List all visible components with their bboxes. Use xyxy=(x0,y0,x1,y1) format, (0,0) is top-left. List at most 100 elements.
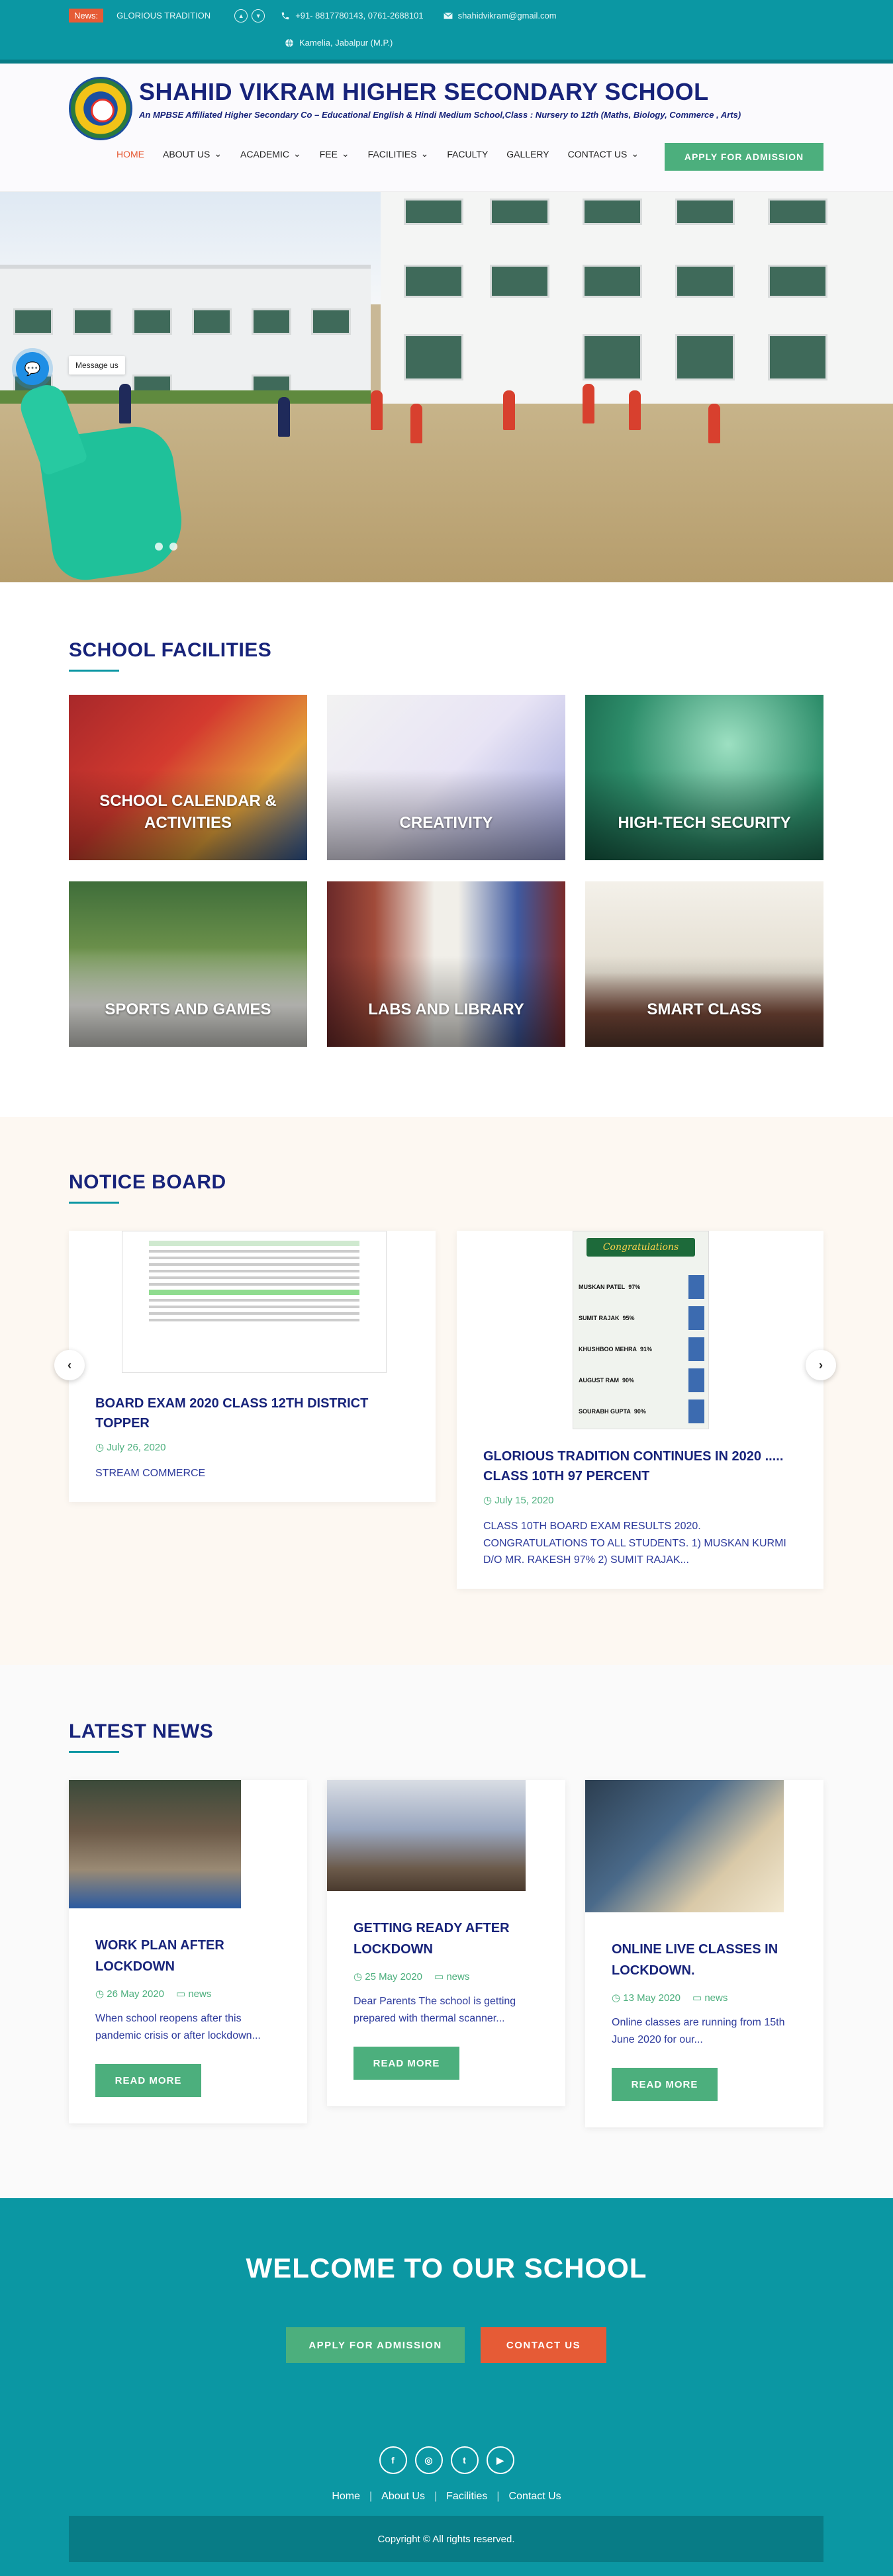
folder-icon: ▭ xyxy=(176,1988,189,2000)
news-image xyxy=(585,1780,784,1912)
news-card[interactable]: GETTING READY AFTER LOCKDOWN ◷ 25 May 20… xyxy=(327,1780,565,2107)
nav-academic[interactable]: ACADEMIC ⌄ xyxy=(231,148,310,159)
ticker-next-icon[interactable]: ▼ xyxy=(252,9,265,22)
news-category[interactable]: news xyxy=(446,1971,469,1982)
message-us-label[interactable]: Message us xyxy=(69,356,125,375)
footer-link-facilities[interactable]: Facilities xyxy=(437,2491,496,2503)
folder-icon: ▭ xyxy=(692,1992,705,2004)
nav-fee[interactable]: FEE ⌄ xyxy=(310,148,359,159)
notice-title[interactable]: GLORIOUS TRADITION CONTINUES IN 2020 ...… xyxy=(483,1446,797,1486)
news-category[interactable]: news xyxy=(188,1988,211,2000)
ticker-prev-icon[interactable]: ▲ xyxy=(234,9,248,22)
school-name[interactable]: SHAHID VIKRAM HIGHER SECONDARY SCHOOL xyxy=(139,78,709,106)
instagram-icon[interactable]: ◎ xyxy=(414,2446,443,2474)
facility-card-calendar[interactable]: SCHOOL CALENDAR & ACTIVITIES xyxy=(69,695,307,860)
hero-slider[interactable]: 💬 Message us xyxy=(0,192,893,582)
nav-faculty[interactable]: FACULTY xyxy=(438,149,497,159)
news-image xyxy=(327,1780,526,1891)
news-card[interactable]: WORK PLAN AFTER LOCKDOWN ◷ 26 May 2020 ▭ … xyxy=(69,1780,307,2124)
chevron-down-icon: ⌄ xyxy=(293,148,301,159)
news-category[interactable]: news xyxy=(704,1992,728,2004)
latest-news-section: LATEST NEWS WORK PLAN AFTER LOCKDOWN ◷ 2… xyxy=(0,1665,893,2198)
mail-icon xyxy=(443,12,453,19)
email-contact[interactable]: shahidvikram@gmail.com xyxy=(443,11,557,21)
notice-description: CLASS 10TH BOARD EXAM RESULTS 2020. CONG… xyxy=(483,1521,786,1566)
slider-dot[interactable] xyxy=(169,543,177,551)
youtube-icon[interactable]: ▶ xyxy=(486,2446,514,2474)
nav-about-us[interactable]: ABOUT US ⌄ xyxy=(154,148,231,159)
globe-icon xyxy=(285,38,293,47)
clock-icon: ◷ xyxy=(612,1992,624,2004)
clock-icon: ◷ xyxy=(353,1971,365,1982)
nav-contact-us[interactable]: CONTACT US ⌄ xyxy=(559,148,648,159)
slider-dot[interactable] xyxy=(155,543,163,551)
school-building-right xyxy=(381,192,893,423)
section-title: LATEST NEWS xyxy=(69,1720,214,1742)
facility-card-sports[interactable]: SPORTS AND GAMES xyxy=(69,881,307,1047)
notice-date: July 15, 2020 xyxy=(494,1495,554,1506)
email-text: shahidvikram@gmail.com xyxy=(457,11,557,21)
main-nav: HOME ABOUT US ⌄ ACADEMIC ⌄ FEE ⌄ FACILITIES… xyxy=(107,148,648,159)
location: Kamelia, Jabalpur (M.P.) xyxy=(285,38,393,48)
notice-description: STREAM COMMERCE xyxy=(95,1468,206,1479)
apply-admission-button[interactable]: APPLY FOR ADMISSION xyxy=(665,143,823,171)
chevron-down-icon: ⌄ xyxy=(341,148,350,159)
twitter-icon[interactable]: t xyxy=(450,2446,479,2474)
phone-contact[interactable]: +91- 8817780143, 0761-2688101 xyxy=(281,11,424,21)
clock-icon: ◷ xyxy=(95,1442,107,1453)
nav-home[interactable]: HOME xyxy=(107,149,154,159)
school-logo[interactable] xyxy=(69,77,132,140)
welcome-heading: WELCOME TO OUR SCHOOL xyxy=(246,2252,647,2284)
copyright: Copyright © All rights reserved. xyxy=(69,2516,823,2562)
facility-card-library[interactable]: LABS AND LIBRARY xyxy=(327,881,565,1047)
social-links: f ◎ t ▶ xyxy=(0,2446,893,2474)
chevron-down-icon: ⌄ xyxy=(631,148,639,159)
read-more-button[interactable]: READ MORE xyxy=(353,2047,459,2080)
read-more-button[interactable]: READ MORE xyxy=(95,2064,201,2098)
nav-gallery[interactable]: GALLERY xyxy=(497,149,558,159)
notice-card[interactable]: Congratulations MUSKAN PATEL 97% SUMIT R… xyxy=(457,1231,823,1589)
nav-facilities[interactable]: FACILITIES ⌄ xyxy=(359,148,438,159)
footer-link-about[interactable]: About Us xyxy=(372,2491,434,2503)
news-description: Online classes are running from 15th Jun… xyxy=(612,2017,785,2045)
footer-link-contact[interactable]: Contact Us xyxy=(500,2491,571,2503)
news-title[interactable]: WORK PLAN AFTER LOCKDOWN xyxy=(95,1935,281,1977)
top-bar: News: GLORIOUS TRADITION ▲ ▼ +91- 881778… xyxy=(0,0,893,64)
chevron-down-icon: ⌄ xyxy=(214,148,222,159)
footer-contact-button[interactable]: CONTACT US xyxy=(481,2327,606,2363)
carousel-prev-button[interactable]: ‹ xyxy=(54,1350,85,1380)
poster-banner: Congratulations xyxy=(587,1238,695,1257)
notice-poster-image: Congratulations MUSKAN PATEL 97% SUMIT R… xyxy=(457,1231,823,1429)
clock-icon: ◷ xyxy=(95,1988,107,2000)
location-text: Kamelia, Jabalpur (M.P.) xyxy=(299,38,393,48)
notice-title[interactable]: BOARD EXAM 2020 CLASS 12TH DISTRICT TOPP… xyxy=(95,1394,409,1433)
notice-document-image xyxy=(69,1231,436,1376)
site-footer: WELCOME TO OUR SCHOOL APPLY FOR ADMISSIO… xyxy=(0,2198,893,2576)
phone-text: +91- 8817780143, 0761-2688101 xyxy=(295,11,424,21)
school-subtitle: An MPBSE Affiliated Higher Secondary Co … xyxy=(139,110,741,120)
carousel-next-button[interactable]: › xyxy=(806,1350,836,1380)
news-description: Dear Parents The school is getting prepa… xyxy=(353,1996,516,2024)
section-title: NOTICE BOARD xyxy=(69,1171,226,1193)
news-ticker[interactable]: GLORIOUS TRADITION xyxy=(117,11,211,21)
news-tag: News: xyxy=(69,9,104,22)
notice-card[interactable]: BOARD EXAM 2020 CLASS 12TH DISTRICT TOPP… xyxy=(69,1231,436,1502)
facilities-section: SCHOOL FACILITIES SCHOOL CALENDAR & ACTI… xyxy=(0,582,893,1117)
read-more-button[interactable]: READ MORE xyxy=(612,2068,718,2102)
news-card[interactable]: ONLINE LIVE CLASSES IN LOCKDOWN. ◷ 13 Ma… xyxy=(585,1780,823,2128)
folder-icon: ▭ xyxy=(434,1971,447,1982)
footer-links: Home | About Us | Facilities | Contact U… xyxy=(0,2491,893,2503)
facility-card-security[interactable]: HIGH-TECH SECURITY xyxy=(585,695,823,860)
news-image xyxy=(69,1780,241,1908)
footer-link-home[interactable]: Home xyxy=(322,2491,369,2503)
footer-apply-button[interactable]: APPLY FOR ADMISSION xyxy=(286,2327,465,2363)
facebook-icon[interactable]: f xyxy=(379,2446,407,2474)
chevron-down-icon: ⌄ xyxy=(420,148,429,159)
news-title[interactable]: ONLINE LIVE CLASSES IN LOCKDOWN. xyxy=(612,1939,797,1981)
news-title[interactable]: GETTING READY AFTER LOCKDOWN xyxy=(353,1918,539,1960)
news-description: When school reopens after this pandemic … xyxy=(95,2013,261,2041)
facility-card-smart-class[interactable]: SMART CLASS xyxy=(585,881,823,1047)
facility-card-creativity[interactable]: CREATIVITY xyxy=(327,695,565,860)
chat-icon[interactable]: 💬 xyxy=(16,352,49,385)
news-date: 13 May 2020 xyxy=(623,1992,681,2004)
